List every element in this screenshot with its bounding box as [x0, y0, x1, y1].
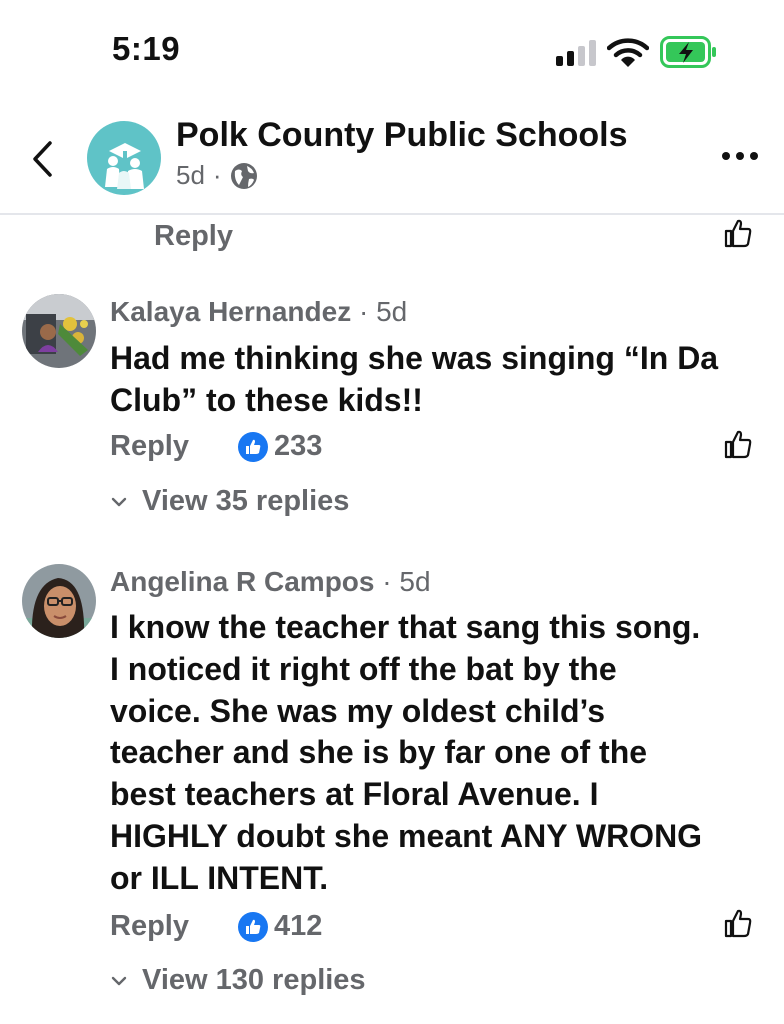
- like-icon[interactable]: [724, 908, 752, 938]
- reaction-count: 412: [274, 910, 323, 942]
- post-meta: 5d ·: [176, 160, 258, 191]
- header-divider: [0, 213, 784, 215]
- reply-button[interactable]: Reply: [110, 430, 189, 463]
- wifi-icon: [607, 38, 649, 67]
- view-replies-label: View 35 replies: [142, 485, 350, 517]
- reply-button[interactable]: Reply: [110, 910, 189, 943]
- more-options-icon[interactable]: [720, 150, 760, 162]
- reaction-summary[interactable]: 412: [238, 910, 322, 943]
- meta-separator: ·: [382, 566, 392, 597]
- like-icon[interactable]: [724, 218, 752, 248]
- comment-line: HIGHLY doubt she meant ANY WRONG: [110, 817, 703, 854]
- reply-button[interactable]: Reply: [154, 220, 233, 253]
- status-time: 5:19: [112, 30, 181, 67]
- comment-author[interactable]: Kalaya Hernandez · 5d: [110, 296, 407, 328]
- comment-line: voice. She was my oldest child’s: [110, 692, 605, 729]
- comment-body: Had me thinking she was singing “In Da C…: [110, 338, 718, 422]
- author-name[interactable]: Kalaya Hernandez: [110, 296, 351, 327]
- reaction-count: 233: [274, 430, 323, 462]
- comment-line: Had me thinking she was singing “In Da: [110, 340, 719, 376]
- comment-author[interactable]: Angelina R Campos · 5d: [110, 566, 431, 598]
- author-name[interactable]: Angelina R Campos: [110, 566, 374, 597]
- cellular-signal-icon: [556, 40, 600, 66]
- reaction-summary[interactable]: 233: [238, 430, 322, 463]
- comment-line: Club” to these kids!!: [110, 381, 423, 418]
- page-avatar[interactable]: [87, 121, 161, 195]
- view-replies-button[interactable]: View 130 replies: [110, 964, 366, 997]
- school-logo-icon: [105, 143, 144, 189]
- chevron-down-icon: [111, 976, 127, 985]
- comment-line: best teachers at Floral Avenue. I: [110, 776, 599, 813]
- back-chevron-icon[interactable]: [28, 140, 58, 178]
- comment-body: I know the teacher that sang this song. …: [110, 607, 702, 900]
- commenter-avatar[interactable]: [22, 294, 96, 368]
- comment-line: I know the teacher that sang this song.: [110, 609, 701, 645]
- comment-timestamp: 5d: [399, 566, 431, 597]
- view-replies-label: View 130 replies: [142, 964, 366, 996]
- like-reaction-icon: [238, 431, 268, 462]
- chevron-down-icon: [111, 497, 127, 506]
- comment-timestamp: 5d: [376, 296, 408, 327]
- battery-charging-icon: [660, 36, 716, 68]
- page-name[interactable]: Polk County Public Schools: [176, 116, 628, 155]
- meta-separator: ·: [212, 160, 222, 190]
- comment-line: teacher and she is by far one of the: [110, 734, 648, 771]
- comment-line: or ILL INTENT.: [110, 859, 329, 896]
- like-icon[interactable]: [724, 429, 752, 459]
- like-reaction-icon: [238, 911, 268, 942]
- commenter-avatar[interactable]: [22, 564, 96, 638]
- meta-separator: ·: [359, 296, 369, 327]
- globe-icon: [230, 162, 257, 189]
- post-age: 5d: [176, 160, 205, 190]
- comment-line: I noticed it right off the bat by the: [110, 650, 617, 687]
- view-replies-button[interactable]: View 35 replies: [110, 485, 349, 518]
